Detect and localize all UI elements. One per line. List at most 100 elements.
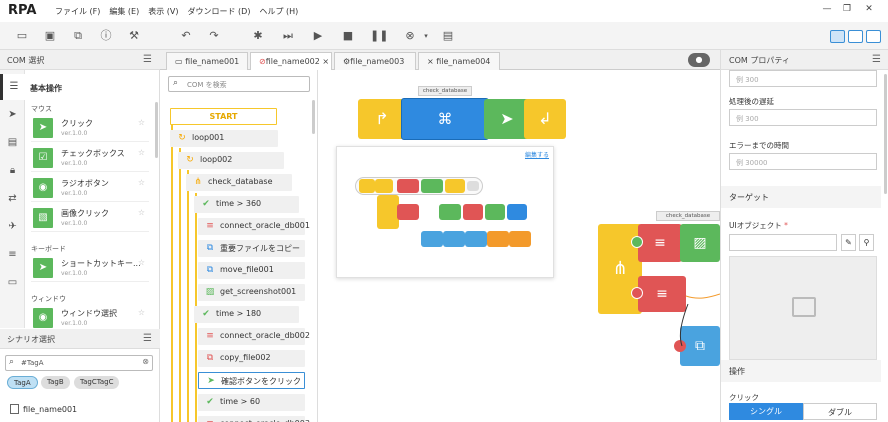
tab-file-2[interactable]: ⊘file_name002 ×: [250, 52, 332, 70]
undo-icon[interactable]: ↶: [178, 28, 194, 44]
com-item-radio[interactable]: ◉ ラジオボタン ver.1.0.0 ☆: [31, 174, 149, 202]
menu-file[interactable]: ファイル (F): [55, 6, 100, 17]
star-icon[interactable]: ☆: [138, 258, 145, 267]
tree-node-loop[interactable]: ↻ loop002: [178, 152, 284, 169]
timeout-input[interactable]: 例 30000: [729, 153, 877, 170]
loop-block[interactable]: [375, 179, 393, 193]
stop-icon[interactable]: ■: [340, 28, 356, 44]
star-icon[interactable]: ☆: [138, 208, 145, 217]
transfer-icon[interactable]: ⇄: [0, 186, 25, 212]
tag-c[interactable]: TagCTagC: [74, 376, 120, 389]
wait-before-input[interactable]: 例 300: [729, 70, 877, 87]
branch-block-selected[interactable]: ⌘: [401, 98, 489, 140]
tree-node-move[interactable]: ⧉ move_file001: [198, 262, 305, 279]
scenario-search-input[interactable]: ⌕ #TagA ⊗: [5, 355, 153, 371]
com-item-image-click[interactable]: ▧ 画像クリック ver.1.0.0 ☆: [31, 204, 149, 232]
drive-icon[interactable]: ▭: [0, 270, 25, 296]
info-icon[interactable]: ⓘ: [98, 28, 114, 44]
save-all-icon[interactable]: ⧉: [70, 28, 86, 44]
loop-end-block[interactable]: ↲: [524, 99, 566, 139]
star-icon[interactable]: ☆: [138, 118, 145, 127]
hammer-icon[interactable]: ⚒: [126, 28, 142, 44]
com-item-shortcut[interactable]: ➤ ショートカットキー... ver.1.0.0 ☆: [31, 254, 149, 282]
menu-icon[interactable]: ☰: [872, 54, 881, 65]
tab-file-3[interactable]: ⚙file_name003: [334, 52, 416, 70]
report-icon[interactable]: ▤: [440, 28, 456, 44]
open-folder-icon[interactable]: ▭: [14, 28, 30, 44]
list-icon[interactable]: ☰: [0, 74, 25, 100]
double-click-button[interactable]: ダブル: [803, 403, 877, 420]
tree-node-copy[interactable]: ⧉ copy_file002: [198, 350, 305, 367]
layout-left-icon[interactable]: [830, 30, 845, 43]
save-icon[interactable]: ▣: [42, 28, 58, 44]
play-icon[interactable]: ▶: [310, 28, 326, 44]
db-block[interactable]: [397, 204, 419, 220]
loop-block[interactable]: ↱: [358, 99, 406, 139]
skip-block[interactable]: [445, 179, 465, 193]
star-icon[interactable]: ☆: [138, 308, 145, 317]
layout-right-icon[interactable]: [866, 30, 881, 43]
play-block[interactable]: [359, 179, 375, 193]
com-item-window-select[interactable]: ◉ ウィンドウ選択 ver.1.0.0 ☆: [31, 304, 149, 328]
pause-icon[interactable]: ❚❚: [370, 28, 388, 44]
cursor-icon[interactable]: ➤: [0, 102, 25, 128]
menu-view[interactable]: 表示 (V): [148, 6, 178, 17]
step-icon[interactable]: ⏭: [280, 28, 296, 44]
db-block[interactable]: ≡: [638, 224, 682, 262]
menu-edit[interactable]: 編集 (E): [109, 6, 139, 17]
single-click-button[interactable]: シングル: [729, 403, 803, 420]
com-search-input[interactable]: ⌕ COM を検索: [168, 76, 310, 92]
branch-block[interactable]: [377, 195, 399, 229]
copy-block[interactable]: [463, 204, 483, 220]
file-block[interactable]: [509, 231, 531, 247]
copy-block[interactable]: [421, 231, 443, 247]
tree-node-copy[interactable]: ⧉ 重要ファイルをコピー: [198, 240, 305, 257]
close-icon[interactable]: ✕: [860, 2, 878, 16]
tree-node-condition[interactable]: ✔ time > 360: [194, 196, 299, 213]
edit-icon[interactable]: ✎: [841, 234, 856, 251]
tree-node-db[interactable]: ≡connect_oracle_db003: [198, 416, 310, 422]
tree-node-loop[interactable]: ↻ loop001: [170, 130, 278, 147]
com-item-checkbox[interactable]: ☑ チェックボックス ver.1.0.0 ☆: [31, 144, 149, 172]
image-block[interactable]: [421, 179, 443, 193]
tree-node-screenshot[interactable]: ▨ get_screenshot001: [198, 284, 305, 301]
file-block[interactable]: [487, 231, 509, 247]
minimize-icon[interactable]: —: [818, 2, 836, 16]
copy-block[interactable]: [443, 231, 465, 247]
redo-icon[interactable]: ↷: [206, 28, 222, 44]
layout-bottom-icon[interactable]: [848, 30, 863, 43]
tree-node-db[interactable]: ≡ connect_oracle_db001: [198, 218, 310, 235]
edit-link[interactable]: 編集する: [525, 150, 549, 159]
tree-node-condition[interactable]: ✔ time > 60: [198, 394, 305, 411]
db-block[interactable]: [397, 179, 419, 193]
tab-file-4[interactable]: × file_name004: [418, 52, 500, 70]
scrollbar[interactable]: [155, 102, 158, 158]
tree-node-db[interactable]: ≡ connect_oracle_db002: [198, 328, 310, 345]
tag-icon[interactable]: ●: [688, 53, 710, 67]
image-block[interactable]: ▨: [680, 224, 720, 262]
menu-icon[interactable]: ☰: [143, 54, 152, 65]
com-item-click[interactable]: ➤ クリック ver.1.0.0 ☆: [31, 114, 149, 142]
download-block[interactable]: [507, 204, 527, 220]
eyedropper-icon[interactable]: ⚲: [859, 234, 874, 251]
lock-icon[interactable]: 🔒︎: [0, 158, 25, 184]
scrollbar[interactable]: [312, 100, 315, 134]
cancel-icon[interactable]: ⊗: [402, 28, 418, 44]
tree-node-branch[interactable]: ⋔ check_database: [186, 174, 292, 191]
delay-input[interactable]: 例 300: [729, 109, 877, 126]
restore-icon[interactable]: ❐: [838, 2, 856, 16]
close-tab-icon[interactable]: ×: [322, 57, 329, 66]
tree-node-condition[interactable]: ✔ time > 180: [194, 306, 299, 323]
ui-object-input[interactable]: [729, 234, 837, 251]
tree-node-start[interactable]: START: [170, 108, 277, 125]
tab-file-1[interactable]: ▭ file_name001: [166, 52, 248, 70]
rocket-icon[interactable]: ✈: [0, 214, 25, 240]
scenario-file-item[interactable]: file_name001: [10, 404, 77, 414]
menu-icon[interactable]: ☰: [143, 333, 152, 344]
tag-a[interactable]: TagA: [7, 376, 38, 389]
tag-b[interactable]: TagB: [41, 376, 70, 389]
move-block[interactable]: [465, 231, 487, 247]
menu-help[interactable]: ヘルプ (H): [259, 6, 298, 17]
click-block[interactable]: [439, 204, 461, 220]
tree-node-click-selected[interactable]: ➤ 確認ボタンをクリック: [198, 372, 305, 389]
